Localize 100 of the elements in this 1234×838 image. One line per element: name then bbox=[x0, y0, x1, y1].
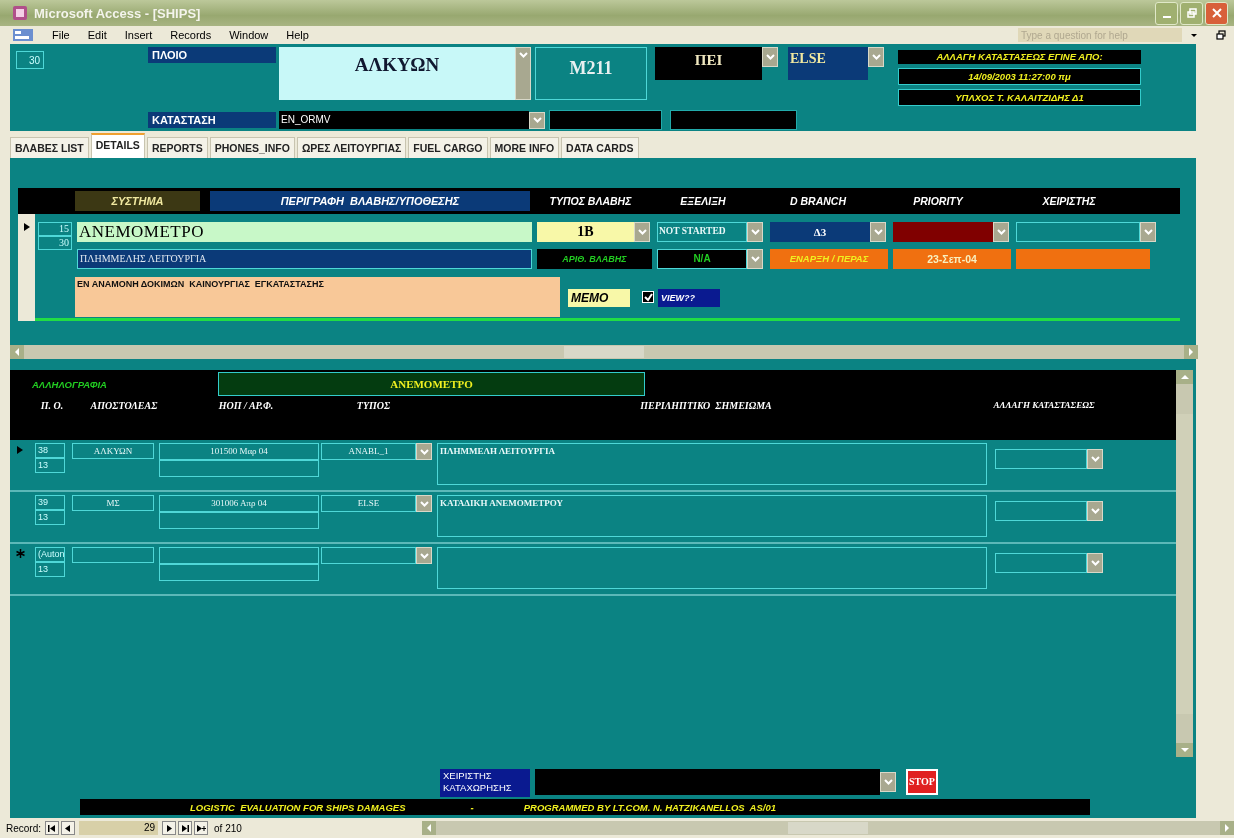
reference-field[interactable] bbox=[159, 460, 319, 477]
last-record-button[interactable] bbox=[178, 821, 192, 835]
vertical-scrollbar[interactable] bbox=[1176, 370, 1193, 757]
status-change-field[interactable] bbox=[995, 449, 1087, 469]
id-field[interactable]: 15 bbox=[38, 222, 72, 236]
dropdown-button[interactable] bbox=[1140, 222, 1156, 242]
branch-field[interactable]: Δ3 bbox=[770, 222, 870, 242]
dropdown-button[interactable] bbox=[529, 111, 545, 129]
summary-field[interactable] bbox=[437, 547, 987, 589]
previous-record-button[interactable] bbox=[61, 821, 75, 835]
menu-item[interactable]: File bbox=[52, 29, 70, 41]
dropdown-button[interactable] bbox=[515, 47, 531, 100]
dropdown-button[interactable] bbox=[1087, 449, 1103, 469]
dropdown-button[interactable] bbox=[1087, 553, 1103, 573]
first-record-button[interactable] bbox=[45, 821, 59, 835]
scroll-left-button[interactable] bbox=[421, 821, 436, 835]
type-field[interactable] bbox=[321, 547, 416, 564]
dropdown-button[interactable] bbox=[747, 249, 763, 269]
scroll-up-button[interactable] bbox=[1176, 370, 1193, 384]
description-field[interactable]: ΠΛΗΜΜΕΛΗΣ ΛΕΙΤΟΥΡΓΙΑ bbox=[77, 249, 532, 269]
dropdown-button[interactable] bbox=[416, 495, 432, 512]
restore-button[interactable] bbox=[1180, 1, 1203, 25]
dropdown-button[interactable] bbox=[1087, 501, 1103, 521]
sender-field[interactable]: ΑΛΚΥΩΝ bbox=[72, 443, 154, 459]
stop-button[interactable]: STOP bbox=[906, 769, 938, 795]
dropdown-button[interactable] bbox=[993, 222, 1009, 242]
dropdown-button[interactable] bbox=[747, 222, 763, 242]
new-record-button[interactable] bbox=[194, 821, 208, 835]
scroll-thumb[interactable] bbox=[564, 346, 644, 358]
reference-field[interactable]: 101500 Μαρ 04 bbox=[159, 443, 319, 460]
scroll-right-button[interactable] bbox=[1184, 345, 1198, 359]
scroll-thumb[interactable] bbox=[787, 822, 868, 834]
id-field[interactable]: 13 bbox=[35, 510, 65, 525]
scroll-down-button[interactable] bbox=[1176, 743, 1193, 757]
reference-field[interactable] bbox=[159, 564, 319, 581]
menu-item[interactable]: Records bbox=[170, 29, 212, 41]
dropdown-button[interactable] bbox=[416, 547, 432, 564]
tab[interactable]: MORE INFO bbox=[489, 137, 560, 158]
operator-field[interactable] bbox=[535, 769, 880, 795]
tab[interactable]: ΩΡΕΣ ΛΕΙΤΟΥΡΓΙΑΣ bbox=[296, 137, 407, 158]
operator-field[interactable] bbox=[1016, 222, 1140, 242]
minimize-button[interactable] bbox=[1155, 1, 1178, 25]
menu-item[interactable]: Edit bbox=[87, 29, 107, 41]
tab[interactable]: PHONES_INFO bbox=[209, 137, 295, 158]
scroll-left-button[interactable] bbox=[10, 345, 24, 359]
summary-field[interactable]: ΚΑΤΑΔΙΚΗ ΑΝΕΜΟΜΕΤΡΟΥ bbox=[437, 495, 987, 537]
close-button[interactable] bbox=[1205, 1, 1228, 25]
tab[interactable]: FUEL CARGO bbox=[408, 137, 488, 158]
fault-type-field[interactable]: 1B bbox=[537, 222, 634, 242]
type-field[interactable]: ANABL_1 bbox=[321, 443, 416, 460]
summary-field[interactable]: ΠΛΗΜΜΕΛΗ ΛΕΙΤΟΥΡΓΙΑ bbox=[437, 443, 987, 485]
dropdown-button[interactable] bbox=[416, 443, 432, 460]
horizontal-scrollbar[interactable] bbox=[421, 821, 1234, 835]
menu-item[interactable]: Insert bbox=[124, 29, 153, 41]
reference-field[interactable] bbox=[159, 547, 319, 564]
scroll-right-button[interactable] bbox=[1220, 821, 1234, 835]
dropdown-button[interactable] bbox=[880, 772, 896, 792]
dropdown-button[interactable] bbox=[634, 222, 650, 242]
tab[interactable]: REPORTS bbox=[146, 137, 208, 158]
reference-field[interactable]: 301006 Απρ 04 bbox=[159, 495, 319, 512]
tab[interactable]: ΒΛΑΒΕΣ LIST bbox=[10, 137, 89, 158]
progress-field[interactable]: NOT STARTED bbox=[657, 222, 747, 242]
type-field[interactable]: ΠΕΙ bbox=[655, 47, 762, 80]
dropdown-button[interactable] bbox=[762, 47, 778, 67]
status-field[interactable]: EN_ORMV bbox=[279, 111, 529, 129]
dropdown-button[interactable] bbox=[868, 47, 884, 67]
dropdown-button[interactable] bbox=[870, 222, 886, 242]
horizontal-scrollbar[interactable] bbox=[10, 345, 1198, 359]
code-field[interactable]: M211 bbox=[535, 47, 647, 100]
menu-item[interactable]: Help bbox=[286, 29, 309, 41]
reference-field[interactable] bbox=[159, 512, 319, 529]
type-field[interactable]: ELSE bbox=[321, 495, 416, 512]
id-field[interactable]: 39 bbox=[35, 495, 65, 510]
menu-item[interactable]: Window bbox=[229, 29, 269, 41]
id-field[interactable]: 13 bbox=[35, 562, 65, 577]
status-change-field[interactable] bbox=[995, 553, 1087, 573]
memo-button[interactable]: MEMO bbox=[568, 289, 630, 307]
notes-field[interactable]: ΕΝ ΑΝΑΜΟΝΗ ΔΟΚΙΜΩΝ ΚΑΙΝΟΥΡΓΙΑΣ ΕΓΚΑΤΑΣΤΑΣΗΣ bbox=[75, 277, 560, 317]
record-id-field[interactable]: 30 bbox=[16, 51, 44, 69]
end-date-field[interactable] bbox=[1016, 249, 1150, 269]
blank-field[interactable] bbox=[670, 110, 797, 130]
sender-field[interactable] bbox=[72, 547, 154, 563]
scroll-thumb[interactable] bbox=[1176, 413, 1193, 714]
id-field[interactable]: 38 bbox=[35, 443, 65, 458]
system-field[interactable]: ΑΝΕΜΟΜΕΤΡΟ bbox=[77, 222, 532, 242]
id-field[interactable]: 30 bbox=[38, 236, 72, 250]
ship-field[interactable]: ΑΛΚΥΩΝ bbox=[279, 47, 515, 100]
blank-field[interactable] bbox=[549, 110, 662, 130]
next-record-button[interactable] bbox=[162, 821, 176, 835]
sender-field[interactable]: ΜΣ bbox=[72, 495, 154, 511]
fault-number-field[interactable]: N/A bbox=[657, 249, 747, 269]
tab[interactable]: DETAILS bbox=[90, 133, 145, 158]
id-field[interactable]: 13 bbox=[35, 458, 65, 473]
record-number-field[interactable]: 29 bbox=[79, 821, 158, 835]
priority-field[interactable] bbox=[893, 222, 993, 242]
view-checkbox[interactable] bbox=[642, 291, 654, 303]
tab[interactable]: DATA CARDS bbox=[561, 137, 639, 158]
id-field[interactable]: (Auton bbox=[35, 547, 65, 562]
status-change-field[interactable] bbox=[995, 501, 1087, 521]
category-field[interactable]: ELSE bbox=[788, 47, 868, 80]
